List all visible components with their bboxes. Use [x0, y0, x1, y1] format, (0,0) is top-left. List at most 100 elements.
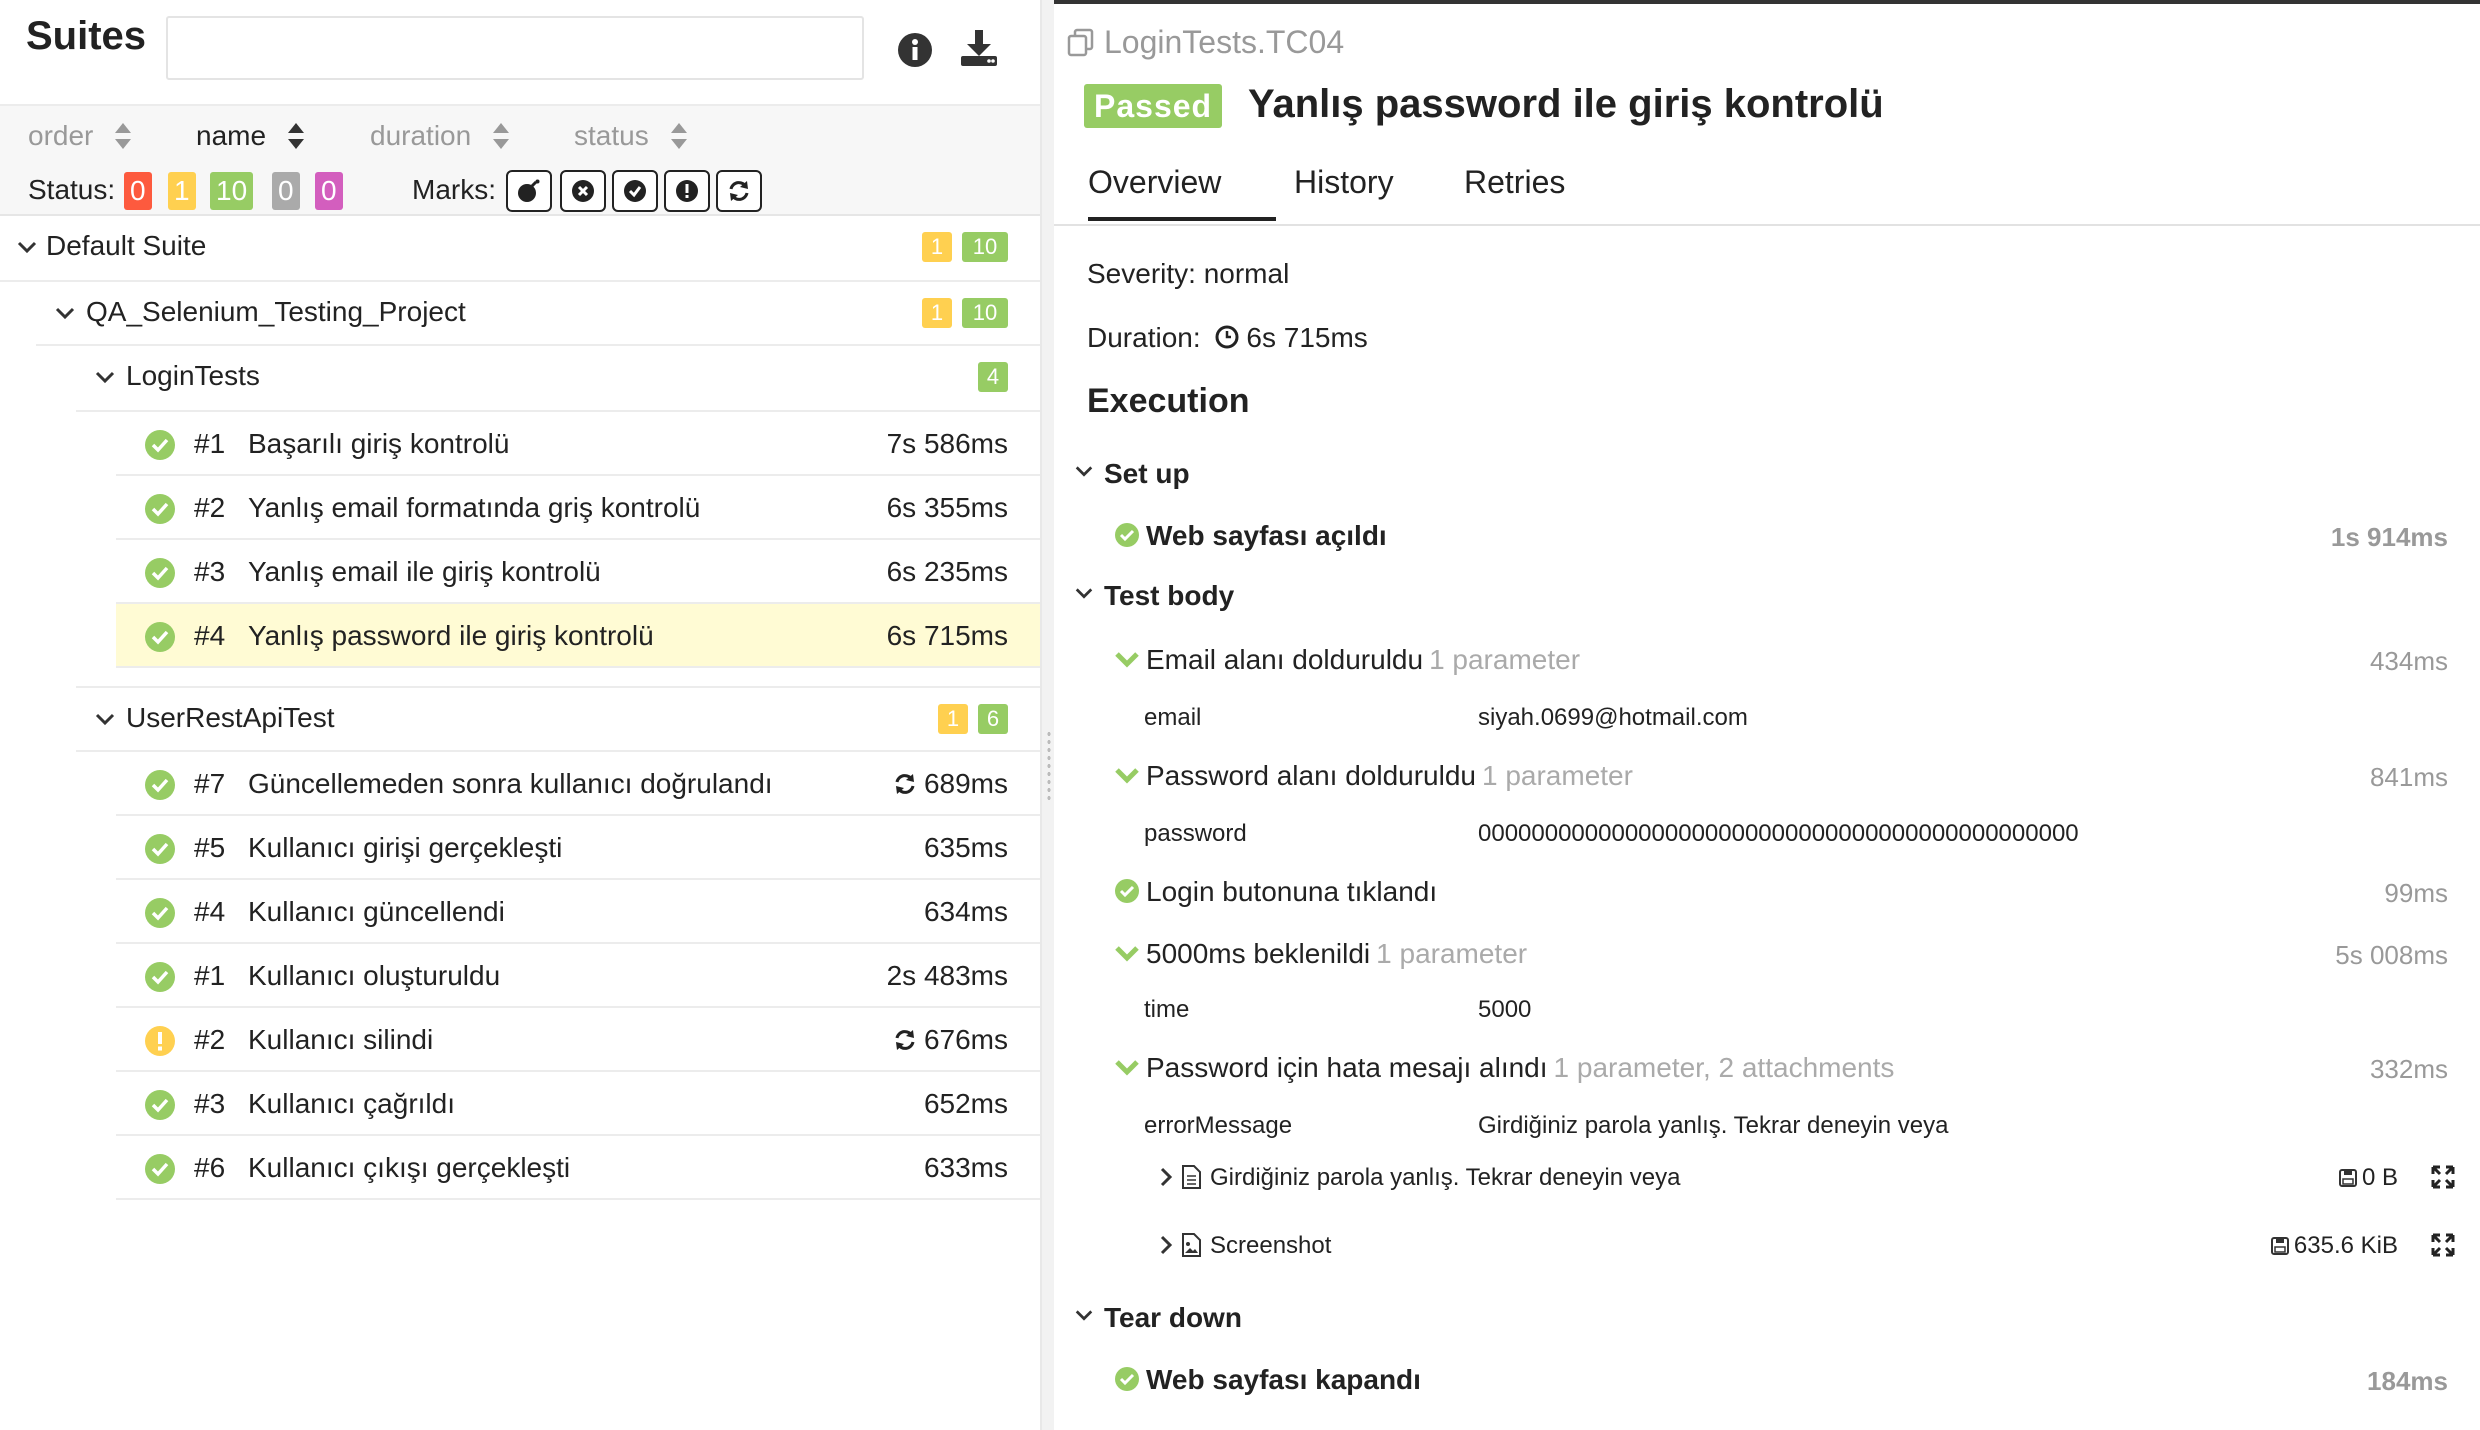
attachment-size: 635.6 KiB	[2270, 1232, 2398, 1260]
section-test-body[interactable]: Test body	[1074, 580, 1234, 612]
step-duration: 184ms	[2367, 1366, 2448, 1396]
test-name: Kullanıcı çıkışı gerçekleşti	[248, 1152, 571, 1183]
status-filter-broken[interactable]: 1	[168, 172, 196, 210]
step-row[interactable]: 5000ms beklenildi 1 parameter 5s 008ms	[1114, 936, 2450, 976]
attachment-row[interactable]: Screenshot 635.6 KiB	[1158, 1226, 2458, 1266]
bomb-icon	[518, 179, 540, 202]
group-name: Default Suite	[46, 230, 207, 261]
test-duration: 676ms	[923, 1024, 1008, 1055]
chevron-down-icon	[1075, 588, 1093, 599]
test-row[interactable]: #2 Yanlış email formatında griş kontrolü…	[116, 476, 1040, 540]
test-duration: 2s 483ms	[886, 960, 1008, 991]
broken-count-badge: 1	[922, 232, 952, 262]
step-name: Web sayfası kapandı	[1146, 1364, 1421, 1395]
copy-icon[interactable]	[1066, 27, 1096, 57]
step-duration: 1s 914ms	[2330, 522, 2448, 552]
tree-group-project[interactable]: QA_Selenium_Testing_Project 1 10	[36, 282, 1040, 346]
status-filter-unknown[interactable]: 0	[315, 172, 343, 210]
step-row[interactable]: Email alanı dolduruldu 1 parameter 434ms	[1114, 642, 2450, 682]
test-name: Kullanıcı girişi gerçekleşti	[248, 832, 563, 863]
tab-overview[interactable]: Overview	[1088, 164, 1276, 221]
step-row[interactable]: Password için hata mesajı alındı 1 parame…	[1114, 1050, 2450, 1090]
test-number: #6	[194, 1152, 226, 1183]
test-row[interactable]: #1 Başarılı giriş kontrolü 7s 586ms	[116, 412, 1040, 476]
status-filter-failed[interactable]: 0	[124, 172, 152, 210]
pane-splitter[interactable]	[1040, 0, 1054, 1430]
mark-flaky-button[interactable]	[506, 170, 552, 212]
mark-new-failed-button[interactable]	[560, 170, 606, 212]
test-row[interactable]: #4 Kullanıcı güncellendi 634ms	[116, 880, 1040, 944]
section-teardown[interactable]: Tear down	[1074, 1302, 1242, 1334]
pane-title: Suites	[26, 14, 147, 58]
sort-order-label: order	[28, 120, 94, 151]
tab-retries[interactable]: Retries	[1464, 164, 1565, 201]
search-input[interactable]	[166, 16, 864, 80]
step-row[interactable]: Web sayfası açıldı 1s 914ms	[1114, 518, 2450, 558]
tree-group-login-tests[interactable]: LoginTests 4	[76, 346, 1040, 412]
test-row[interactable]: #1 Kullanıcı oluşturuldu 2s 483ms	[116, 944, 1040, 1008]
broken-count-badge: 1	[922, 298, 952, 328]
test-duration: 634ms	[923, 896, 1008, 927]
param-value: Girdiğiniz parola yanlış. Tekrar deneyin…	[1478, 1112, 1949, 1139]
tree-group-default-suite[interactable]: Default Suite 1 10	[0, 216, 1040, 282]
test-row[interactable]: #6 Kullanıcı çıkışı gerçekleşti 633ms	[116, 1136, 1040, 1200]
sort-status[interactable]: status	[574, 120, 687, 152]
marks-label: Marks:	[412, 174, 496, 205]
passed-status-icon	[145, 770, 175, 800]
test-duration: 652ms	[923, 1088, 1008, 1119]
test-name: Yanlış email ile giriş kontrolü	[248, 556, 601, 587]
param-key: errorMessage	[1144, 1112, 1293, 1139]
mark-new-broken-button[interactable]	[664, 170, 710, 212]
passed-status-icon	[145, 1090, 175, 1120]
test-duration: 633ms	[923, 1152, 1008, 1183]
sort-arrows-icon	[670, 122, 687, 149]
duration-label: Duration:	[1087, 322, 1201, 353]
passed-status-icon	[145, 494, 175, 524]
page-title: Yanlış password ile giriş kontrolü	[1248, 82, 1884, 126]
status-filter-skipped[interactable]: 0	[272, 172, 300, 210]
step-row[interactable]: Web sayfası kapandı 184ms	[1114, 1362, 2450, 1402]
step-meta: 1 parameter	[1481, 760, 1633, 791]
test-row[interactable]: #2 Kullanıcı silindi 676ms	[116, 1008, 1040, 1072]
test-row[interactable]: #3 Kullanıcı çağrıldı 652ms	[116, 1072, 1040, 1136]
attachment-row[interactable]: Girdiğiniz parola yanlış. Tekrar deneyin…	[1158, 1158, 2458, 1198]
sort-name[interactable]: name	[196, 120, 305, 152]
test-number: #3	[194, 1088, 226, 1119]
step-duration: 841ms	[2369, 762, 2448, 792]
test-number: #2	[194, 492, 226, 523]
test-number: #1	[194, 960, 226, 991]
mark-retries-button[interactable]	[716, 170, 762, 212]
section-setup[interactable]: Set up	[1074, 458, 1190, 490]
passed-chevron-icon	[1115, 652, 1139, 668]
chevron-down-icon	[1075, 466, 1093, 477]
step-row[interactable]: Login butonuna tıklandı 99ms	[1114, 874, 2450, 914]
step-name: Login butonuna tıklandı	[1146, 876, 1438, 907]
sort-order[interactable]: order	[28, 120, 132, 152]
param-value: siyah.0699@hotmail.com	[1478, 704, 1748, 731]
sort-arrows-icon	[493, 122, 510, 149]
test-duration: 689ms	[923, 768, 1008, 799]
tab-history[interactable]: History	[1294, 164, 1394, 201]
duration: Duration: 6s 715ms	[1087, 322, 1368, 354]
splitter-grip-icon[interactable]	[1046, 730, 1052, 800]
test-row[interactable]: #7 Güncellemeden sonra kullanıcı doğrula…	[116, 752, 1040, 816]
expand-icon[interactable]	[2430, 1232, 2456, 1258]
info-icon[interactable]	[894, 29, 936, 71]
step-name: Password için hata mesajı alındı	[1146, 1052, 1548, 1083]
sort-duration[interactable]: duration	[370, 120, 510, 152]
param-value: 0000000000000000000000000000000000000000…	[1478, 820, 2079, 847]
test-duration: 6s 715ms	[886, 620, 1008, 651]
test-row[interactable]: #5 Kullanıcı girişi gerçekleşti 635ms	[116, 816, 1040, 880]
check-circle-icon	[624, 180, 646, 202]
tree-group-user-rest-api-test[interactable]: UserRestApiTest 1 6	[76, 686, 1040, 752]
step-row[interactable]: Password alanı dolduruldu 1 parameter 841…	[1114, 758, 2450, 798]
test-name: Kullanıcı silindi	[248, 1024, 434, 1055]
passed-status-icon	[145, 962, 175, 992]
status-filter-passed[interactable]: 10	[210, 172, 254, 210]
expand-icon[interactable]	[2430, 1164, 2456, 1190]
download-icon[interactable]	[958, 28, 1000, 70]
test-row-selected[interactable]: #4 Yanlış password ile giriş kontrolü 6s…	[116, 604, 1040, 668]
test-number: #4	[194, 896, 226, 927]
test-row[interactable]: #3 Yanlış email ile giriş kontrolü 6s 23…	[116, 540, 1040, 604]
mark-new-passed-button[interactable]	[612, 170, 658, 212]
